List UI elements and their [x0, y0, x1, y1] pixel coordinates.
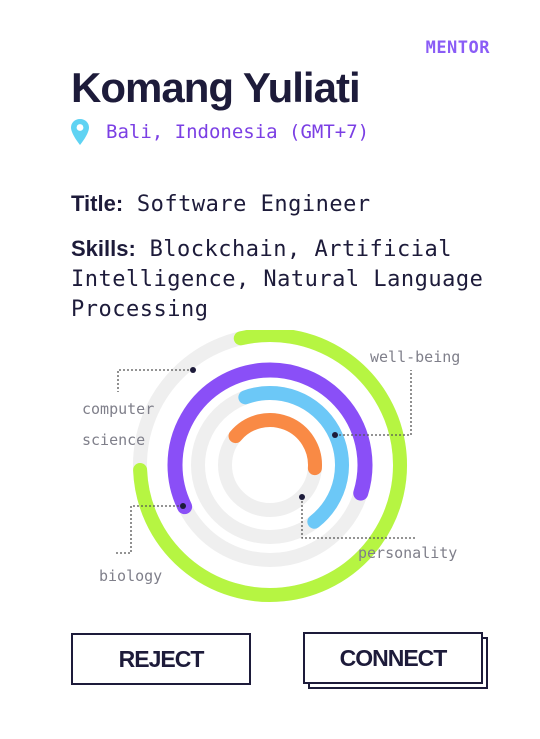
interest-radial-chart: computer science well-being biology pers… [82, 330, 460, 602]
label-well-being: well-being [370, 348, 460, 366]
profile-name: Komang Yuliati [71, 64, 361, 111]
arc-personality [228, 413, 322, 476]
label-computer-science-line1: computer [82, 400, 154, 418]
title-value: Software Engineer [136, 192, 371, 217]
label-personality: personality [358, 544, 457, 562]
label-computer-science-line2: science [82, 431, 145, 449]
title-label: Title: [71, 191, 124, 216]
skills-label: Skills: [71, 236, 136, 261]
role-badge: MENTOR [425, 38, 490, 58]
location-row: Bali, Indonesia (GMT+7) [70, 118, 369, 146]
title-row: Title: Software Engineer [71, 189, 491, 220]
connect-button[interactable]: CONNECT [303, 632, 483, 684]
skills-row: Skills: Blockchain, Artificial Intellige… [71, 234, 491, 325]
reject-button[interactable]: REJECT [71, 633, 251, 685]
map-pin-icon [71, 119, 89, 145]
label-biology: biology [99, 567, 162, 585]
location-text: Bali, Indonesia (GMT+7) [106, 121, 370, 143]
